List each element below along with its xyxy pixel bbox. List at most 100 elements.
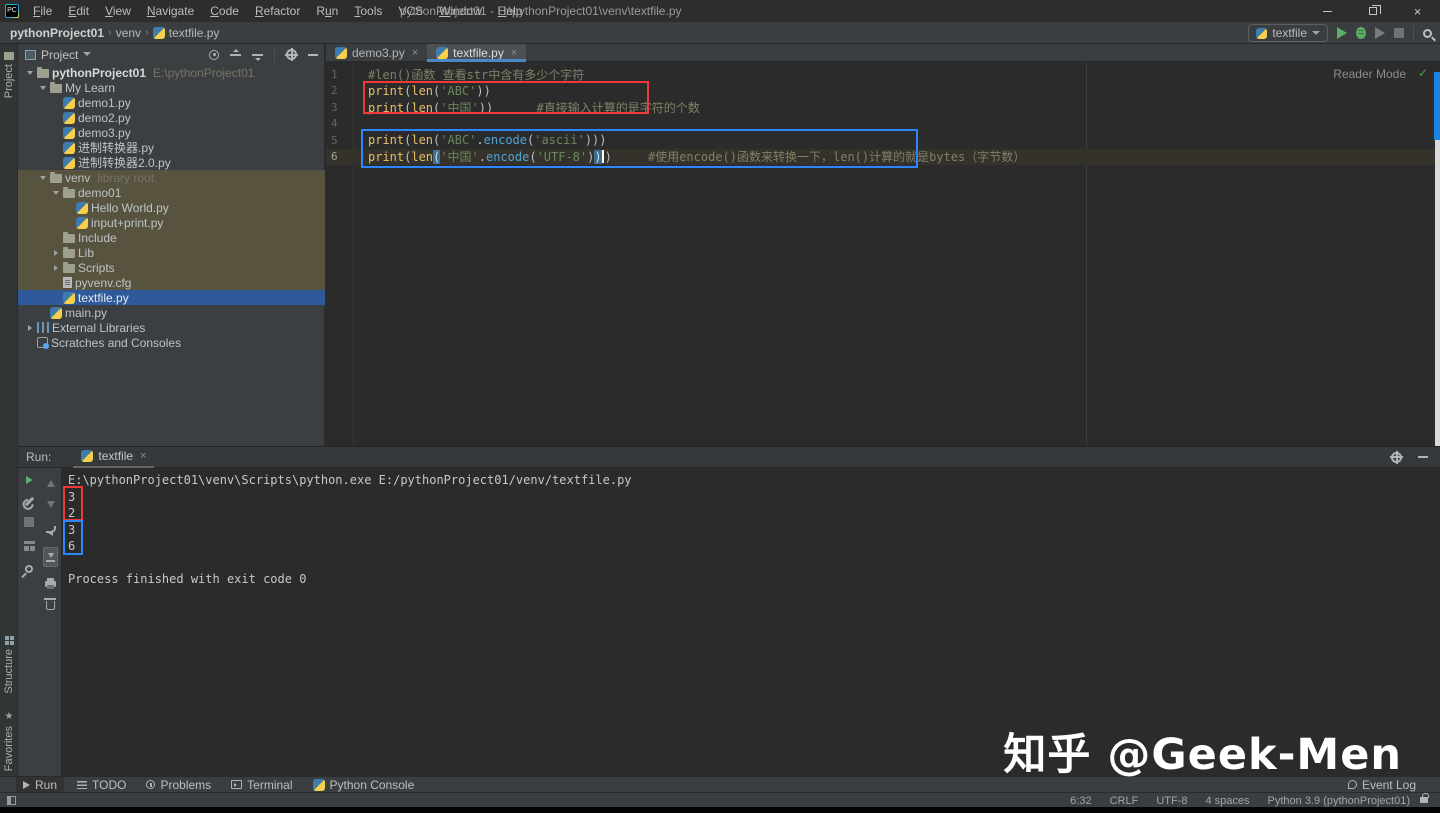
menu-navigate[interactable]: Navigate	[139, 0, 202, 22]
stripe-button-structure[interactable]: Structure	[0, 636, 18, 694]
tree-item-0[interactable]: pythonProject01E:\pythonProject01	[18, 65, 325, 80]
stripe-button-project[interactable]: Project	[0, 52, 18, 98]
menu-run[interactable]: Run	[308, 0, 346, 22]
tab-demo3[interactable]: demo3.py ×	[326, 44, 427, 61]
select-opened-file-button[interactable]	[209, 50, 219, 60]
run-with-coverage-button[interactable]	[1375, 27, 1385, 39]
rerun-button[interactable]	[26, 476, 33, 484]
tool-window-button-todo[interactable]: TODO	[70, 777, 133, 793]
code-line-3[interactable]: 3print(len('中国')) #直接输入计算的是字符的个数	[326, 99, 1440, 116]
restore-layout-button[interactable]	[24, 541, 35, 551]
code-line-1[interactable]: 1#len()函数 查看str中含有多少个字符	[326, 66, 1440, 83]
tree-item-12[interactable]: Lib	[18, 245, 325, 260]
pin-tab-button[interactable]	[23, 563, 34, 574]
status-bar: 6:32 CRLF UTF-8 4 spaces Python 3.9 (pythonP…	[0, 792, 1440, 807]
token: print	[368, 101, 404, 115]
tree-item-label: 进制转换器2.0.py	[78, 154, 171, 171]
chevron-right-icon[interactable]	[23, 325, 37, 331]
gear-icon[interactable]	[286, 49, 297, 60]
tree-item-2[interactable]: demo1.py	[18, 95, 325, 110]
stripe-button-favorites[interactable]: ★ Favorites	[0, 712, 18, 771]
close-tab-icon[interactable]: ×	[140, 450, 146, 462]
scroll-to-end-button[interactable]	[43, 547, 58, 567]
expand-all-button[interactable]	[230, 54, 241, 56]
menu-tools[interactable]: Tools	[346, 0, 390, 22]
chevron-down-icon[interactable]	[23, 71, 37, 75]
window-title: pythonProject01 - E:\pythonProject01\ven…	[400, 0, 682, 22]
tree-item-7[interactable]: venvlibrary root	[18, 170, 325, 185]
run-configuration-select[interactable]: textfile	[1248, 24, 1328, 42]
tree-item-18[interactable]: Scratches and Consoles	[18, 335, 325, 350]
chevron-down-icon[interactable]	[49, 191, 63, 195]
project-panel-title[interactable]: Project	[41, 48, 78, 62]
wrench-settings-icon[interactable]	[24, 497, 34, 507]
code-text: #len()函数 查看str中含有多少个字符	[368, 66, 584, 83]
chevron-down-icon[interactable]	[36, 86, 50, 90]
print-button[interactable]	[45, 581, 56, 587]
stop-button-disabled[interactable]	[24, 517, 34, 527]
menu-view[interactable]: View	[97, 0, 139, 22]
tree-item-17[interactable]: External Libraries	[18, 320, 325, 335]
chevron-down-icon[interactable]	[36, 176, 50, 180]
breadcrumb-item-1[interactable]: venv	[116, 26, 141, 40]
tool-window-button-terminal[interactable]: Terminal	[224, 777, 299, 793]
window-controls: ×	[1305, 0, 1440, 22]
tree-item-10[interactable]: input+print.py	[18, 215, 325, 230]
tree-item-9[interactable]: Hello World.py	[18, 200, 325, 215]
close-tab-icon[interactable]: ×	[412, 47, 418, 59]
status-widget-2[interactable]: UTF-8	[1156, 795, 1187, 807]
up-stack-trace-button[interactable]	[47, 476, 55, 487]
tree-item-1[interactable]: My Learn	[18, 80, 325, 95]
menu-refactor[interactable]: Refactor	[247, 0, 308, 22]
gear-icon[interactable]	[1391, 452, 1402, 463]
status-widget-3[interactable]: 4 spaces	[1205, 795, 1249, 807]
tool-window-button-run[interactable]: Run	[16, 777, 64, 793]
restore-button[interactable]	[1350, 0, 1395, 22]
code-line-4[interactable]: 4	[326, 116, 1440, 133]
code-line-6[interactable]: 6print(len('中国'.encode('UTF-8'))) #使用enc…	[326, 149, 1440, 166]
tree-item-3[interactable]: demo2.py	[18, 110, 325, 125]
minimize-button[interactable]	[1305, 0, 1350, 22]
menu-edit[interactable]: Edit	[60, 0, 97, 22]
run-tab-textfile[interactable]: textfile ×	[73, 447, 154, 468]
close-tab-icon[interactable]: ×	[511, 47, 517, 59]
hide-panel-button[interactable]	[1418, 456, 1428, 458]
breadcrumb-item-2[interactable]: textfile.py	[153, 26, 220, 40]
status-widget-1[interactable]: CRLF	[1110, 795, 1139, 807]
menu-code[interactable]: Code	[202, 0, 247, 22]
hide-panel-button[interactable]	[308, 54, 318, 56]
lock-icon[interactable]	[1420, 797, 1428, 803]
code-editor[interactable]: 1#len()函数 查看str中含有多少个字符2print(len('ABC')…	[326, 66, 1440, 165]
debug-button[interactable]	[1356, 27, 1366, 39]
tool-window-button-problems[interactable]: Problems	[139, 777, 218, 793]
run-button[interactable]	[1337, 27, 1347, 39]
tool-window-switcher-icon[interactable]	[7, 796, 16, 805]
status-widget-0[interactable]: 6:32	[1070, 795, 1091, 807]
stop-button[interactable]	[1394, 28, 1404, 38]
tree-item-8[interactable]: demo01	[18, 185, 325, 200]
menu-file[interactable]: File	[25, 0, 60, 22]
close-button[interactable]: ×	[1395, 0, 1440, 22]
tree-item-15[interactable]: textfile.py	[18, 290, 325, 305]
console-line-3: 3	[68, 522, 632, 539]
tree-item-6[interactable]: 进制转换器2.0.py	[18, 155, 325, 170]
chevron-right-icon[interactable]	[49, 265, 63, 271]
tool-window-button-python-console[interactable]: Python Console	[306, 777, 422, 793]
tab-textfile[interactable]: textfile.py ×	[427, 44, 526, 61]
collapse-all-button[interactable]	[252, 54, 263, 56]
status-widget-4[interactable]: Python 3.9 (pythonProject01)	[1268, 795, 1410, 807]
tree-item-13[interactable]: Scripts	[18, 260, 325, 275]
chevron-right-icon[interactable]	[49, 250, 63, 256]
clear-console-button[interactable]	[46, 601, 55, 610]
search-everywhere-button[interactable]	[1423, 29, 1432, 38]
tree-item-14[interactable]: pyvenv.cfg	[18, 275, 325, 290]
tree-item-4[interactable]: demo3.py	[18, 125, 325, 140]
code-line-5[interactable]: 5print(len('ABC'.encode('ascii')))	[326, 132, 1440, 149]
tree-item-16[interactable]: main.py	[18, 305, 325, 320]
down-stack-trace-button[interactable]	[47, 501, 55, 512]
tree-item-11[interactable]: Include	[18, 230, 325, 245]
tree-item-5[interactable]: 进制转换器.py	[18, 140, 325, 155]
breadcrumb-item-0[interactable]: pythonProject01	[10, 26, 104, 40]
soft-wrap-button[interactable]	[46, 526, 56, 533]
code-line-2[interactable]: 2print(len('ABC'))	[326, 83, 1440, 100]
